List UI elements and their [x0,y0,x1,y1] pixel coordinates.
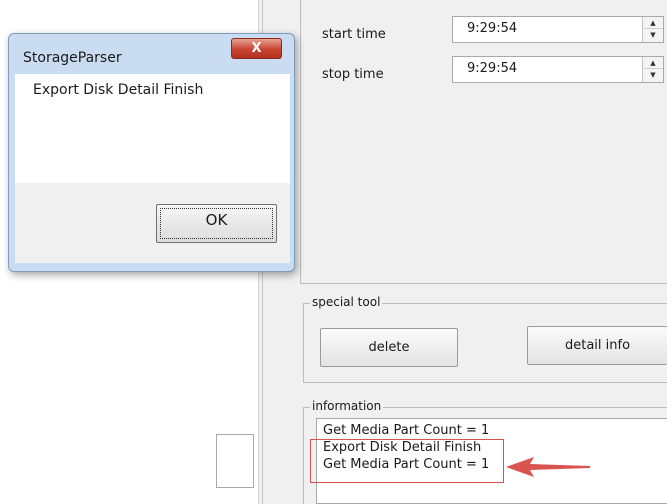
start-time-value: 9:29:54 [467,21,518,36]
focus-rect [160,208,273,239]
spin-up-icon[interactable]: ▲ [643,17,663,29]
highlight-box [310,439,504,483]
left-empty-box [216,434,254,488]
ok-button[interactable]: OK [156,204,277,243]
dialog-title: StorageParser [23,50,122,66]
log-line: Get Media Part Count = 1 [323,423,490,438]
start-time-label: start time [322,27,386,42]
start-time-input[interactable]: 9:29:54 ▲ ▼ [452,16,664,43]
stop-time-input[interactable]: 9:29:54 ▲ ▼ [452,56,664,83]
stop-time-value: 9:29:54 [467,61,518,76]
red-arrow-icon [506,457,590,477]
information-title: information [310,399,384,413]
storageparser-dialog: StorageParser X Export Disk Detail Finis… [8,33,295,272]
delete-button[interactable]: delete [320,328,458,367]
stop-time-label: stop time [322,67,384,82]
start-time-spinner: ▲ ▼ [642,17,663,42]
spin-up-icon[interactable]: ▲ [643,57,663,69]
close-icon[interactable]: X [231,38,282,59]
spin-down-icon[interactable]: ▼ [643,69,663,81]
spin-down-icon[interactable]: ▼ [643,29,663,41]
detail-info-button[interactable]: detail info [527,326,667,365]
special-tool-title: special tool [310,295,383,309]
stop-time-spinner: ▲ ▼ [642,57,663,82]
dialog-message: Export Disk Detail Finish [33,82,204,98]
